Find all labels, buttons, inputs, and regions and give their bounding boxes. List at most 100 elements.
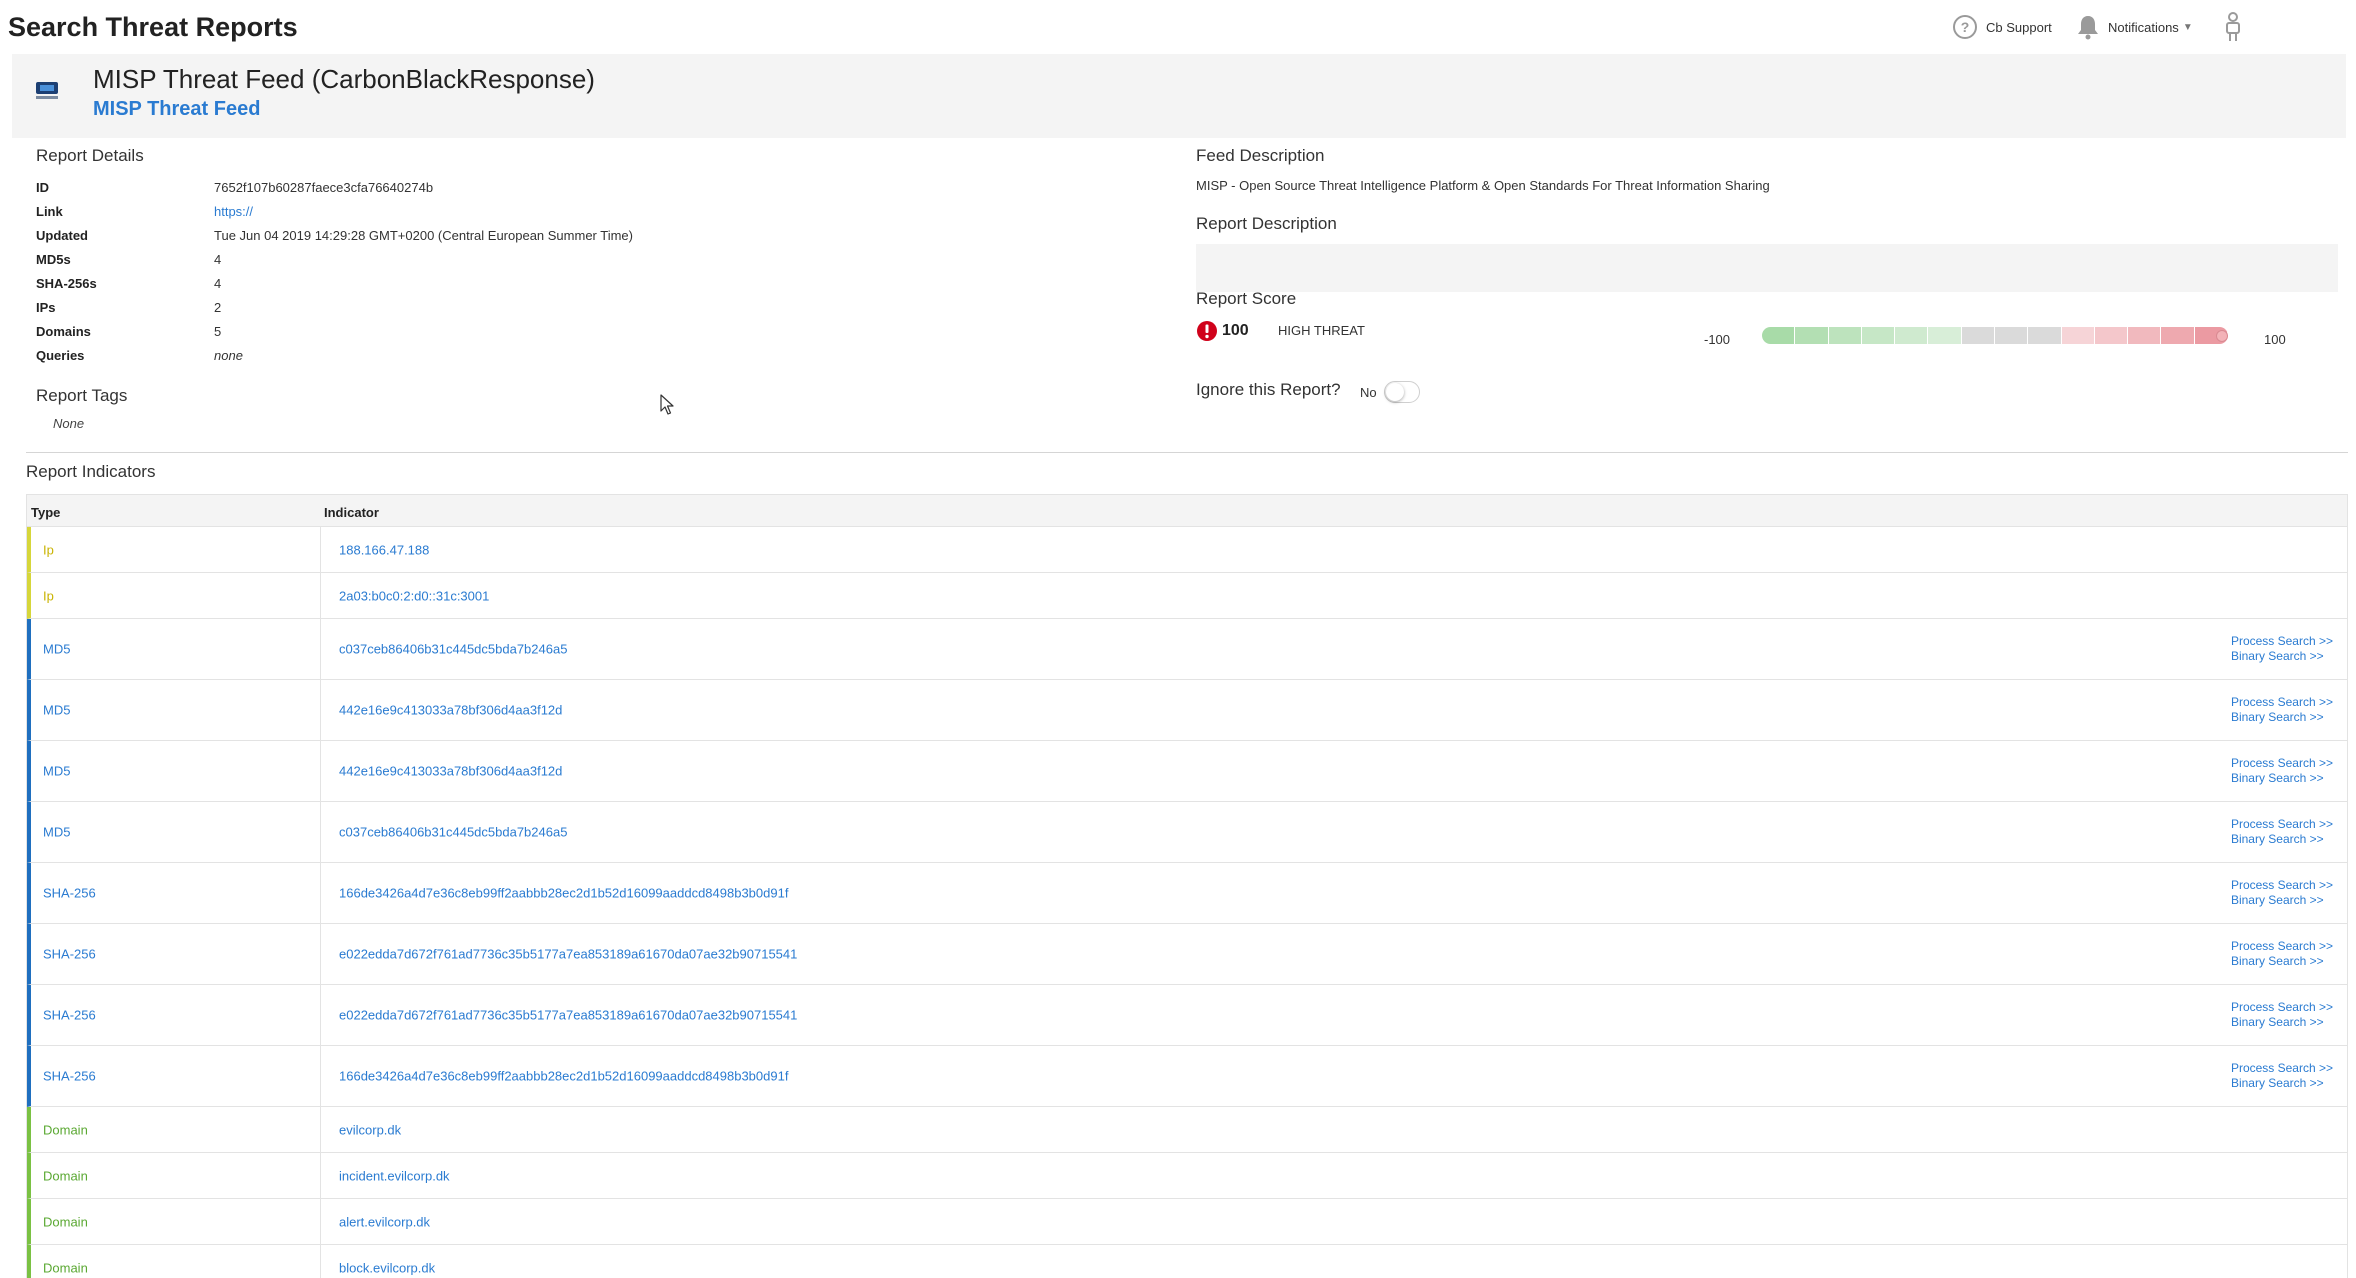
svg-text:?: ? [1961,19,1970,35]
indicator-value-link[interactable]: 188.166.47.188 [339,542,429,557]
process-search-link[interactable]: Process Search >> [2231,878,2333,893]
indicator-value-link[interactable]: block.evilcorp.dk [339,1260,435,1275]
detail-key: Domains [36,324,91,339]
indicator-row: SHA-256 166de3426a4d7e36c8eb99ff2aabbb28e… [27,1046,2347,1107]
detail-key: Link [36,204,63,219]
indicator-actions: Process Search >> Binary Search >> [2231,756,2333,786]
page-title: Search Threat Reports [8,12,298,42]
feed-header: MISP Threat Feed (CarbonBlackResponse) M… [12,54,2346,138]
toggle-knob [1386,383,1404,401]
indicator-value-link[interactable]: c037ceb86406b31c445dc5bda7b246a5 [339,825,567,840]
indicator-row: MD5 c037ceb86406b31c445dc5bda7b246a5 Proce… [27,619,2347,680]
indicator-type: SHA-256 [43,1068,96,1084]
score-bar-segment [1795,327,1829,344]
indicator-value-link[interactable]: e022edda7d672f761ad7736c35b5177a7ea85318… [339,947,797,962]
notifications-label: Notifications [2108,19,2179,35]
binary-search-link[interactable]: Binary Search >> [2231,832,2333,847]
detail-row-md5s: MD5s 4 [36,252,1136,272]
indicator-row: MD5 442e16e9c413033a78bf306d4aa3f12d Proce… [27,680,2347,741]
indicator-value-link[interactable]: 442e16e9c413033a78bf306d4aa3f12d [339,764,562,779]
feed-title: MISP Threat Feed (CarbonBlackResponse) [93,64,595,94]
detail-row-ips: IPs 2 [36,300,1136,320]
process-search-link[interactable]: Process Search >> [2231,695,2333,710]
ignore-report-toggle[interactable] [1384,381,1420,403]
indicator-value-link[interactable]: alert.evilcorp.dk [339,1214,430,1229]
indicator-type: Domain [43,1168,88,1183]
indicator-value-link[interactable]: incident.evilcorp.dk [339,1168,450,1183]
process-search-link[interactable]: Process Search >> [2231,939,2333,954]
ignore-report-label: Ignore this Report? [1196,380,1341,399]
binary-search-link[interactable]: Binary Search >> [2231,649,2333,664]
indicator-type: MD5 [43,824,71,840]
report-tags-heading: Report Tags [36,386,128,405]
indicator-type: Domain [43,1122,88,1137]
indicator-actions: Process Search >> Binary Search >> [2231,634,2333,664]
indicator-row: MD5 442e16e9c413033a78bf306d4aa3f12d Proce… [27,741,2347,802]
report-indicators-heading: Report Indicators [26,462,156,481]
score-bar-segment [1762,327,1796,344]
detail-value[interactable]: https:// [214,204,253,219]
indicator-row: Domain evilcorp.dk [27,1107,2347,1153]
indicator-value-link[interactable]: 2a03:b0c0:2:d0::31c:3001 [339,588,489,603]
detail-key: Queries [36,348,85,363]
support-link[interactable]: ? Cb Support [1952,10,2052,44]
indicator-type-cell: MD5 [31,741,321,801]
detail-key: Updated [36,228,88,243]
process-search-link[interactable]: Process Search >> [2231,634,2333,649]
indicator-type-cell: SHA-256 [31,924,321,984]
score-bar-segment [1828,327,1862,344]
indicator-row: Domain alert.evilcorp.dk [27,1199,2347,1245]
column-header-indicator[interactable]: Indicator [324,505,379,520]
indicator-actions: Process Search >> Binary Search >> [2231,1000,2333,1030]
binary-search-link[interactable]: Binary Search >> [2231,771,2333,786]
support-label: Cb Support [1986,19,2052,35]
feed-description-heading: Feed Description [1196,146,1325,165]
report-score-heading: Report Score [1196,289,1297,308]
indicator-value-link[interactable]: evilcorp.dk [339,1122,401,1137]
binary-search-link[interactable]: Binary Search >> [2231,1076,2333,1091]
indicator-actions: Process Search >> Binary Search >> [2231,1061,2333,1091]
binary-search-link[interactable]: Binary Search >> [2231,893,2333,908]
detail-row-id: ID 7652f107b60287faece3cfa76640274b [36,180,1136,200]
score-bar-segment [2061,327,2095,344]
indicator-row: Ip 188.166.47.188 [27,527,2347,573]
feed-link[interactable]: MISP Threat Feed [93,98,260,121]
detail-row-queries: Queries none [36,348,1136,368]
detail-value: 4 [214,252,222,267]
column-header-type[interactable]: Type [31,505,60,520]
indicator-type-cell: Ip [31,573,321,618]
process-search-link[interactable]: Process Search >> [2231,756,2333,771]
detail-row-updated: Updated Tue Jun 04 2019 14:29:28 GMT+0200… [36,228,1136,248]
detail-value: 4 [214,276,222,291]
score-bar-segment [2028,327,2062,344]
detail-row-sha-256s: SHA-256s 4 [36,276,1136,296]
report-description-box [1196,244,2338,292]
notifications-menu[interactable]: Notifications ▼ [2076,10,2193,44]
binary-search-link[interactable]: Binary Search >> [2231,710,2333,725]
detail-value: 5 [214,324,222,339]
indicator-type: Ip [43,588,54,603]
process-search-link[interactable]: Process Search >> [2231,817,2333,832]
indicator-value-link[interactable]: 442e16e9c413033a78bf306d4aa3f12d [339,703,562,718]
alert-icon [1197,321,1217,341]
indicator-type-cell: Domain [31,1245,321,1278]
binary-search-link[interactable]: Binary Search >> [2231,1015,2333,1030]
user-icon [2226,12,2240,41]
score-bar-segment [2094,327,2129,344]
score-bar-segment [1961,327,1995,344]
detail-key: ID [36,180,49,195]
report-details-heading: Report Details [36,146,144,165]
section-divider [26,452,2348,453]
indicator-value-link[interactable]: 166de3426a4d7e36c8eb99ff2aabbb28ec2d1b52… [339,1069,788,1084]
process-search-link[interactable]: Process Search >> [2231,1061,2333,1076]
indicator-value-link[interactable]: c037ceb86406b31c445dc5bda7b246a5 [339,642,567,657]
indicator-value-link[interactable]: 166de3426a4d7e36c8eb99ff2aabbb28ec2d1b52… [339,886,788,901]
indicator-row: SHA-256 e022edda7d672f761ad7736c35b5177a7… [27,924,2347,985]
indicator-type: Domain [43,1214,88,1229]
score-bar-segment [1895,327,1929,344]
indicator-value-link[interactable]: e022edda7d672f761ad7736c35b5177a7ea85318… [339,1008,797,1023]
binary-search-link[interactable]: Binary Search >> [2231,954,2333,969]
indicator-type-cell: Domain [31,1199,321,1244]
user-menu[interactable] [2224,10,2242,44]
process-search-link[interactable]: Process Search >> [2231,1000,2333,1015]
